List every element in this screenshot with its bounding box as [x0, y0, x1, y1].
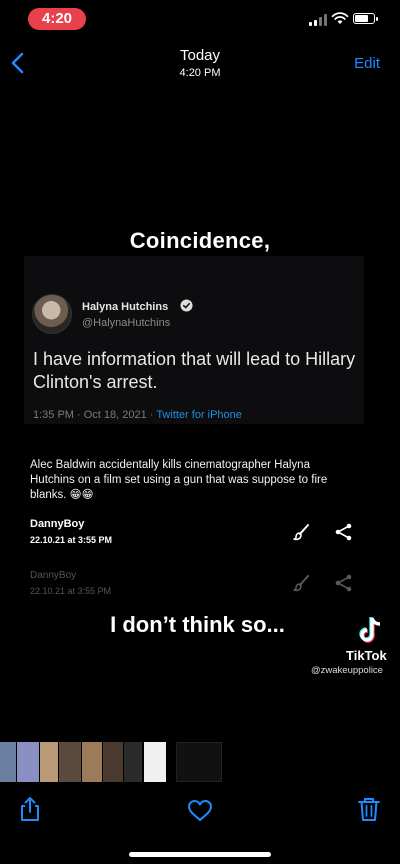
- heart-icon[interactable]: [187, 798, 213, 824]
- thumbnail[interactable]: [0, 742, 16, 782]
- thumbnail[interactable]: [59, 742, 81, 782]
- tweet-card: Halyna Hutchins @HalynaHutchins I have i…: [24, 256, 364, 424]
- thumbnail-selected[interactable]: [176, 742, 222, 782]
- tweet-author-name: Halyna Hutchins: [82, 301, 169, 313]
- tweet-handle: @HalynaHutchins: [82, 317, 171, 329]
- brush-icon: [293, 524, 309, 541]
- tweet-source: Twitter for iPhone: [156, 409, 242, 421]
- thumbnail[interactable]: [17, 742, 39, 782]
- comment-username: DannyBoy: [30, 570, 77, 581]
- status-time[interactable]: 4:20: [28, 8, 86, 30]
- home-indicator[interactable]: [129, 852, 271, 857]
- nav-subtitle: 4:20 PM: [179, 67, 221, 79]
- tiktok-handle: @zwakeuppolice: [311, 665, 383, 676]
- comment-text: Alec Baldwin accidentally kills cinemato…: [30, 459, 328, 501]
- share-nodes-icon: [335, 574, 352, 592]
- thumbnail[interactable]: [144, 742, 166, 782]
- navigation-bar: Today 4:20 PM Edit: [0, 40, 400, 86]
- media-viewer[interactable]: Coincidence, Halyna Hutchins @HalynaHutc…: [0, 88, 400, 740]
- verified-badge-icon: [180, 299, 193, 312]
- tweet-timestamp: 1:35 PM · Oct 18, 2021 ·: [33, 409, 157, 421]
- avatar: [32, 294, 72, 334]
- cellular-signal-icon: [309, 14, 329, 26]
- thumbnail[interactable]: [103, 742, 123, 782]
- comment-date: 22.10.21 at 3:55 PM: [30, 586, 112, 596]
- thumbnail[interactable]: [124, 742, 142, 782]
- comment-username: DannyBoy: [30, 518, 85, 530]
- edit-button[interactable]: Edit: [354, 55, 380, 72]
- video-caption-top: Coincidence,: [129, 228, 271, 253]
- video-caption-bottom: I don’t think so...: [110, 612, 285, 637]
- battery-icon: [353, 13, 378, 24]
- thumbnail[interactable]: [82, 742, 102, 782]
- tweet-text: I have information that will lead to Hil…: [33, 349, 356, 392]
- nav-title: Today: [179, 47, 221, 64]
- share-nodes-icon: [335, 523, 352, 541]
- thumbnail[interactable]: [40, 742, 58, 782]
- thumbnail-strip[interactable]: [0, 742, 400, 784]
- brush-icon: [293, 575, 309, 592]
- comment-date: 22.10.21 at 3:55 PM: [30, 535, 113, 545]
- wifi-icon: [331, 12, 349, 24]
- tiktok-brand: TikTok: [346, 648, 387, 663]
- tiktok-logo-icon: [359, 617, 381, 643]
- tweet-meta: 1:35 PM · Oct 18, 2021 · Twitter for iPh…: [33, 409, 242, 421]
- status-bar: 4:20: [0, 0, 400, 40]
- trash-icon[interactable]: [356, 796, 382, 822]
- share-icon[interactable]: [17, 796, 43, 822]
